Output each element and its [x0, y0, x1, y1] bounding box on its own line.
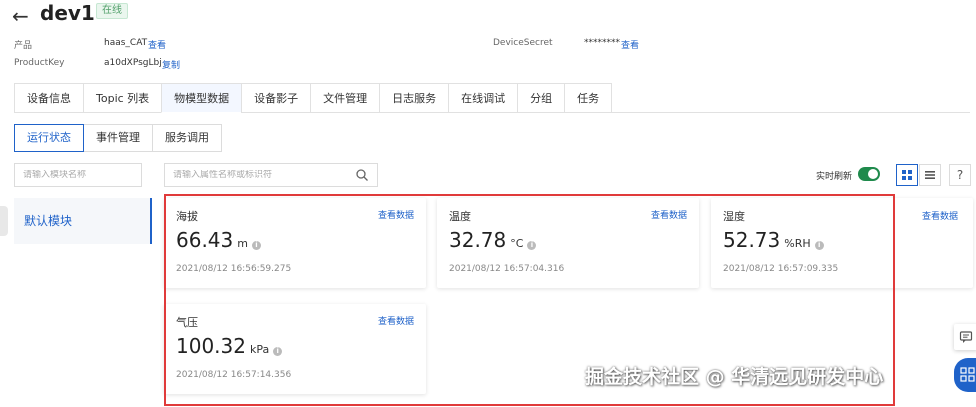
- tab-task[interactable]: 任务: [564, 83, 613, 113]
- productkey-value: a10dXPsgLbj: [104, 58, 162, 68]
- status-badge: 在线: [96, 3, 128, 19]
- page-title: dev1: [40, 1, 95, 25]
- search-icon[interactable]: [355, 168, 369, 182]
- property-search: [164, 163, 378, 187]
- realtime-refresh-label: 实时刷新: [816, 172, 853, 182]
- realtime-refresh-toggle[interactable]: [858, 167, 880, 181]
- view-data-link[interactable]: 查看数据: [922, 209, 958, 222]
- subtab-running-status[interactable]: 运行状态: [14, 124, 84, 152]
- feedback-button[interactable]: [954, 324, 976, 350]
- tab-thing-model-data[interactable]: 物模型数据: [161, 83, 242, 113]
- grid-icon: [902, 170, 912, 180]
- sub-tabs: 运行状态 事件管理 服务调用: [14, 124, 222, 152]
- product-value: haas_CAT: [104, 38, 148, 48]
- subtab-service-call[interactable]: 服务调用: [152, 124, 222, 152]
- devicesecret-label: DeviceSecret: [493, 38, 553, 48]
- chat-icon: [959, 331, 973, 343]
- tab-device-shadow[interactable]: 设备影子: [241, 83, 311, 113]
- apps-float-button[interactable]: [954, 358, 976, 392]
- tab-log-service[interactable]: 日志服务: [379, 83, 449, 113]
- property-search-input[interactable]: [173, 170, 355, 180]
- module-label: 默认模块: [24, 214, 73, 228]
- tab-group[interactable]: 分组: [517, 83, 565, 113]
- tab-file-management[interactable]: 文件管理: [310, 83, 380, 113]
- watermark-text: 掘金技术社区 @ 华清远见研发中心: [585, 366, 884, 388]
- devicesecret-value: ********: [584, 38, 620, 48]
- tab-topic-list[interactable]: Topic 列表: [83, 83, 162, 113]
- product-label: 产品: [14, 41, 33, 51]
- product-view-link[interactable]: 查看: [148, 38, 166, 51]
- subtab-event-management[interactable]: 事件管理: [83, 124, 153, 152]
- list-icon: [925, 171, 935, 179]
- module-search-input[interactable]: [23, 170, 143, 180]
- tab-online-debug[interactable]: 在线调试: [448, 83, 518, 113]
- help-button[interactable]: ?: [949, 164, 971, 186]
- sidebar-collapse-handle[interactable]: [0, 206, 8, 236]
- productkey-label: ProductKey: [14, 58, 65, 68]
- apps-icon: [960, 367, 975, 382]
- list-view-button[interactable]: [919, 164, 941, 186]
- devicesecret-view-link[interactable]: 查看: [621, 38, 639, 51]
- grid-view-button[interactable]: [896, 164, 918, 186]
- back-arrow-icon[interactable]: ←: [12, 4, 29, 28]
- productkey-copy-link[interactable]: 复制: [162, 58, 180, 71]
- main-tabs: 设备信息 Topic 列表 物模型数据 设备影子 文件管理 日志服务 在线调试 …: [14, 83, 613, 113]
- module-search: [14, 163, 143, 187]
- tab-device-info[interactable]: 设备信息: [14, 83, 83, 113]
